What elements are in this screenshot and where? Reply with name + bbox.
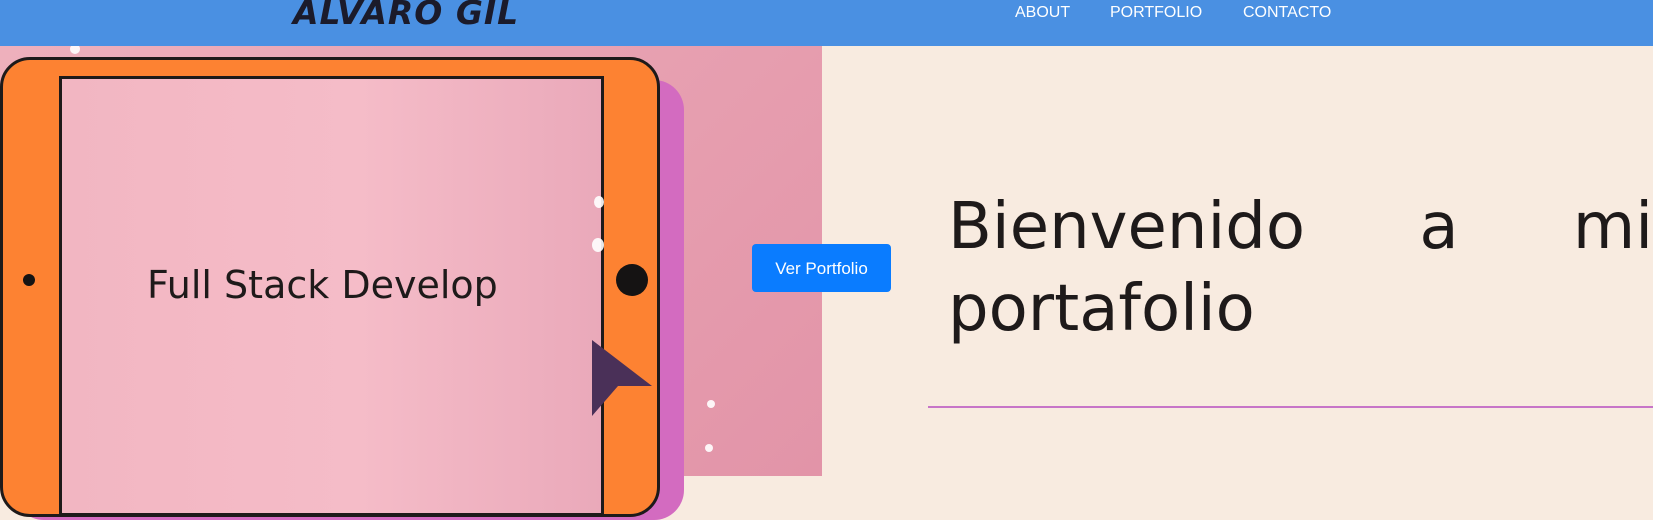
cursor-arrow-icon — [592, 340, 652, 416]
sparkle-decoration — [594, 196, 604, 208]
nav-link-contacto[interactable]: CONTACTO — [1243, 4, 1331, 22]
navbar: ALVARO GIL ABOUT PORTFOLIO CONTACTO — [0, 0, 1653, 46]
hero-title-word: mi — [1572, 190, 1653, 264]
sparkle-decoration — [592, 238, 604, 252]
typing-headline: Full Stack Develop — [147, 263, 498, 307]
tablet-home-button — [616, 264, 648, 296]
section-divider — [928, 406, 1653, 408]
sparkle-decoration — [707, 400, 715, 408]
hero-title-word: Bienvenido — [948, 190, 1305, 264]
nav-link-about[interactable]: ABOUT — [1015, 4, 1070, 22]
hero-title-word: a — [1419, 190, 1459, 264]
hero-title-line2: portafolio — [948, 272, 1255, 346]
sparkle-decoration — [70, 46, 80, 54]
hero-title: Bienvenido a mi — [948, 188, 1653, 266]
brand-logo[interactable]: ALVARO GIL — [293, 0, 519, 33]
tablet-camera-dot — [23, 274, 35, 286]
ver-portfolio-button[interactable]: Ver Portfolio — [752, 244, 891, 292]
sparkle-decoration — [705, 444, 713, 452]
nav-link-portfolio[interactable]: PORTFOLIO — [1110, 4, 1202, 22]
